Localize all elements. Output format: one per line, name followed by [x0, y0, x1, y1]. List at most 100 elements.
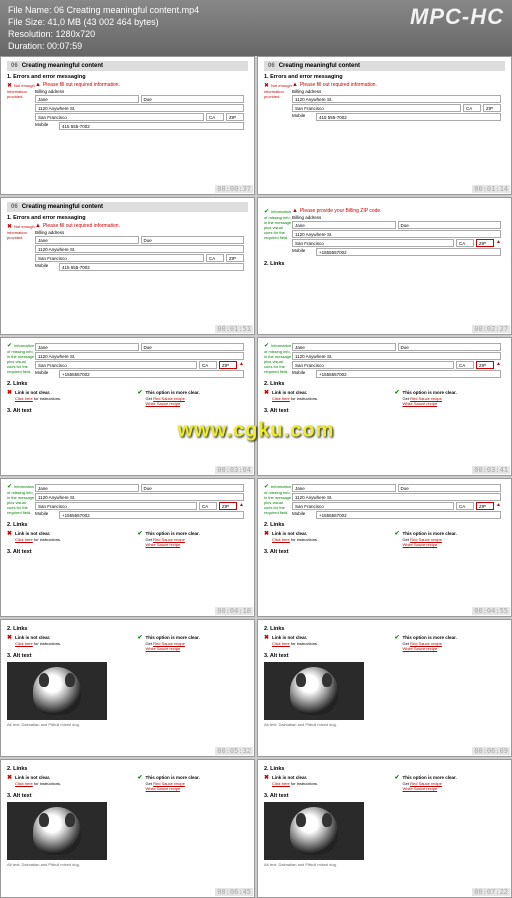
state-input[interactable]: CA [456, 239, 474, 247]
zip-input[interactable]: ZIP [226, 254, 244, 262]
slide-header: 06Creating meaningful content [7, 61, 248, 71]
mobile-label: Mobile [292, 248, 314, 256]
check-icon: ✔ [138, 634, 143, 641]
form-area: JaneDoe 1120 Anywhere St. San FranciscoC… [35, 342, 244, 379]
fname-input[interactable]: Jane [35, 95, 139, 103]
links-row: ✖Link is not clear.Click here for instru… [264, 530, 505, 547]
lname-input[interactable]: Doe [398, 343, 502, 351]
x-icon: ✖ [264, 530, 269, 537]
city-input[interactable]: San Francisco [292, 361, 454, 369]
slide-title: Creating meaningful content [22, 63, 103, 69]
warning-icon: ▲ [35, 82, 41, 88]
dog-image [264, 662, 364, 720]
city-input[interactable]: San Francisco [292, 502, 454, 510]
thumb-cell[interactable]: 06Creating meaningful content 1. Errors … [0, 197, 255, 336]
thumb-cell[interactable]: 2. Links ✖Link is not clear.Click here f… [0, 619, 255, 758]
alt-caption: Alt text: Dalmatian and Pitbull mixed do… [264, 862, 505, 867]
addr-input[interactable]: 1120 Anywhere St. [35, 493, 244, 501]
city-input[interactable]: San Francisco [35, 502, 197, 510]
filesize-label: File Size: [8, 17, 45, 27]
zip-input[interactable]: ZIP [219, 502, 237, 510]
player-header: File Name: 06 Creating meaningful conten… [0, 0, 512, 56]
city-input[interactable]: San Francisco [35, 113, 204, 121]
duration-label: Duration: [8, 41, 45, 51]
error-msg: ▲Please fill out required information. [35, 223, 244, 229]
fname-input[interactable]: Jane [292, 221, 396, 229]
link-good-title: This option is more clear. [146, 635, 200, 640]
state-input[interactable]: CA [463, 104, 481, 112]
thumb-cell[interactable]: 2. Links ✖Link is not clear.Click here f… [0, 759, 255, 898]
section-links: 2. Links [264, 626, 505, 632]
thumb-cell[interactable]: ✔Information of missing info, in the mes… [257, 337, 512, 476]
lname-input[interactable]: Doe [398, 484, 502, 492]
state-input[interactable]: CA [456, 502, 474, 510]
thumb-cell[interactable]: 06Creating meaningful content 1. Errors … [0, 56, 255, 195]
mobile-input[interactable]: +1555557002 [316, 370, 501, 378]
zip-input[interactable]: ZIP [476, 502, 494, 510]
link-good-title: This option is more clear. [146, 775, 200, 780]
zip-input[interactable]: ZIP [483, 104, 501, 112]
zip-input[interactable]: ZIP [226, 113, 244, 121]
warning-icon: ▲ [239, 502, 244, 510]
side-note-green: ✔Information of missing info, in the mes… [264, 483, 292, 520]
lname-input[interactable]: Doe [398, 221, 502, 229]
duration-value: 00:07:59 [47, 41, 82, 51]
state-input[interactable]: CA [206, 113, 224, 121]
filesize-value: 41,0 MB (43 002 464 bytes) [48, 17, 159, 27]
section-links: 2. Links [7, 626, 248, 632]
addr-input[interactable]: 1120 Anywhere St. [292, 352, 501, 360]
lname-input[interactable]: Doe [141, 236, 245, 244]
thumb-cell[interactable]: 2. Links ✖Link is not clear.Click here f… [257, 759, 512, 898]
city-input[interactable]: San Francisco [292, 104, 461, 112]
side-note-green: ✔Information of missing info, in the mes… [264, 208, 292, 257]
fname-input[interactable]: Jane [292, 343, 396, 351]
zip-input[interactable]: ZIP [219, 361, 237, 369]
thumb-cell[interactable]: ✔Information of missing info, in the mes… [0, 478, 255, 617]
addr-input[interactable]: 1120 Anywhere St. [292, 230, 501, 238]
thumb-cell[interactable]: ✔Information of missing info, in the mes… [257, 478, 512, 617]
addr-input[interactable]: 1120 Anywhere St. [292, 493, 501, 501]
mobile-input[interactable]: 415 555-7002 [59, 122, 244, 130]
x-icon: ✖ [7, 634, 12, 641]
state-input[interactable]: CA [456, 361, 474, 369]
state-input[interactable]: CA [199, 361, 217, 369]
fname-input[interactable]: Jane [35, 236, 139, 244]
lname-input[interactable]: Doe [141, 343, 245, 351]
lname-input[interactable]: Doe [141, 95, 245, 103]
link-bad-title: Link is not clear. [272, 775, 307, 780]
addr-input[interactable]: 1120 Anywhere St. [292, 95, 501, 103]
thumb-cell[interactable]: ✔Information of missing info, in the mes… [257, 197, 512, 336]
fname-input[interactable]: Jane [35, 343, 139, 351]
mobile-input[interactable]: +1555557002 [316, 511, 501, 519]
slide-title: Creating meaningful content [22, 204, 103, 210]
thumb-cell[interactable]: 06Creating meaningful content 1. Errors … [257, 56, 512, 195]
mobile-input[interactable]: +1555557002 [59, 511, 244, 519]
addr-input[interactable]: 1120 Anywhere St. [35, 104, 244, 112]
zip-input[interactable]: ZIP [476, 239, 494, 247]
mobile-input[interactable]: +1555557002 [59, 370, 244, 378]
thumb-cell[interactable]: ✔Information of missing info, in the mes… [0, 337, 255, 476]
mobile-input[interactable]: +1555557002 [316, 248, 501, 256]
form-area: JaneDoe 1120 Anywhere St. San FranciscoC… [292, 483, 501, 520]
fname-input[interactable]: Jane [292, 484, 396, 492]
mobile-input[interactable]: 415 555-7002 [59, 263, 244, 271]
addr-input[interactable]: 1120 Anywhere St. [35, 352, 244, 360]
warning-icon: ▲ [239, 361, 244, 369]
thumb-cell[interactable]: 2. Links ✖Link is not clear.Click here f… [257, 619, 512, 758]
mobile-input[interactable]: 415 555-7002 [316, 113, 501, 121]
city-input[interactable]: San Francisco [292, 239, 454, 247]
lname-input[interactable]: Doe [141, 484, 245, 492]
section-alt: 3. Alt text [264, 653, 505, 659]
fname-input[interactable]: Jane [35, 484, 139, 492]
state-input[interactable]: CA [199, 502, 217, 510]
addr-input[interactable]: 1120 Anywhere St. [35, 245, 244, 253]
zip-input[interactable]: ZIP [476, 361, 494, 369]
city-input[interactable]: San Francisco [35, 254, 204, 262]
x-icon: ✖ [7, 530, 12, 537]
section-alt: 3. Alt text [264, 793, 505, 799]
link-bad-title: Link is not clear. [15, 775, 50, 780]
check-icon: ✔ [395, 634, 400, 641]
city-input[interactable]: San Francisco [35, 361, 197, 369]
state-input[interactable]: CA [206, 254, 224, 262]
section-links: 2. Links [7, 522, 248, 528]
